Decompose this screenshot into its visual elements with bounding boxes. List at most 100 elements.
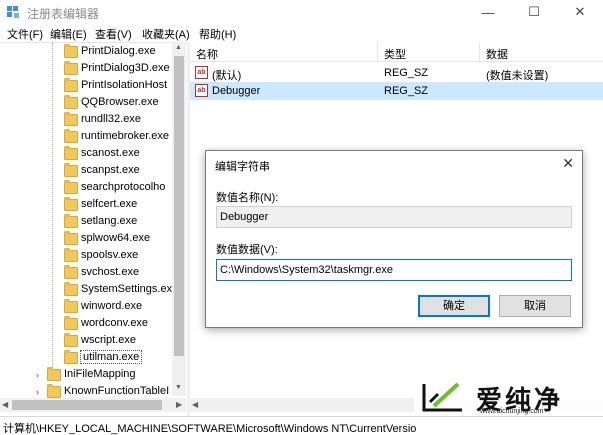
tree-item[interactable]: scanost.exe [0,146,172,163]
tree-item-label: rundll32.exe [81,113,141,125]
tree-item[interactable]: PrintDialog.exe [0,44,172,61]
scroll-up-arrow-icon[interactable]: ▲ [175,44,182,51]
folder-icon [64,333,78,347]
tree-item-label: PrintIsolationHost [81,79,168,91]
tree-item[interactable]: utilman.exe [0,350,172,367]
tree-item[interactable]: spoolsv.exe [0,248,172,265]
tree-item[interactable]: splwow64.exe [0,231,172,248]
maximize-button[interactable]: ☐ [511,0,557,24]
tree-item-label: selfcert.exe [81,198,138,210]
menu-edit[interactable]: 编辑(E) [50,26,87,42]
minimize-button[interactable]: — [465,0,511,24]
folder-icon [64,214,78,228]
tree-vertical-scroll-thumb[interactable] [174,56,184,356]
folder-icon [64,78,78,92]
folder-icon [64,248,78,262]
tree-item-label: PrintDialog3D.exe [81,62,170,74]
folder-icon [47,367,61,381]
tree-horizontal-scrollbar[interactable]: ◀ ▶ [0,398,186,412]
column-header-name[interactable]: 名称 [196,46,218,62]
menu-favorites[interactable]: 收藏夹(A) [142,26,190,42]
tree-item[interactable]: PrintIsolationHost [0,78,172,95]
dialog-close-icon[interactable]: ✕ [562,155,574,172]
title-bar: 注册表编辑器 — ☐ ✕ [0,0,603,24]
ok-button[interactable]: 确定 [418,295,490,317]
value-type: REG_SZ [384,67,429,79]
registry-key-tree: PrintDialog.exe PrintDialog3D.exe PrintIso… [0,42,186,416]
tree-item-label: utilman.exe [79,350,143,364]
tree-vertical-scrollbar[interactable]: ▲ ▼ [172,42,186,396]
folder-icon [64,282,78,296]
value-name: Debugger [212,85,261,97]
tree-horizontal-scroll-thumb[interactable] [12,400,162,410]
folder-icon [64,95,78,109]
value-row[interactable]: ab Debugger REG_SZ [190,82,603,100]
tree-item[interactable]: wordconv.exe [0,316,172,333]
window-title: 注册表编辑器 [27,7,100,21]
value-data-label: 数值数据(V): [216,244,278,256]
tree-item[interactable]: PrintDialog3D.exe [0,61,172,78]
watermark-url: www.aichunjing.com [480,408,544,415]
tree-item[interactable]: searchprotocolho [0,180,172,197]
menu-help[interactable]: 帮助(H) [199,26,236,42]
tree-item[interactable]: rundll32.exe [0,112,172,129]
edit-string-dialog: 编辑字符串 ✕ 数值名称(N): Debugger 数值数据(V): C:\Wi… [205,150,583,328]
menu-bar: 文件(F) 编辑(E) 查看(V) 收藏夹(A) 帮助(H) [0,24,603,42]
folder-icon [64,163,78,177]
tree-item-label: runtimebroker.exe [81,130,170,142]
registry-path: 计算机\HKEY_LOCAL_MACHINE\SOFTWARE\Microsof… [3,423,417,435]
scroll-down-arrow-icon[interactable]: ▼ [175,384,182,391]
list-header: 名称 类型 数据 [190,42,603,62]
tree-item-label: SystemSettings.ex [81,283,173,295]
menu-view[interactable]: 查看(V) [95,26,132,42]
tree-item-label: winword.exe [81,300,143,312]
expand-arrow-icon[interactable]: › [36,387,39,397]
tree-item-label: QQBrowser.exe [81,96,159,108]
folder-icon [64,44,78,58]
tree-item[interactable]: winword.exe [0,299,172,316]
folder-icon [64,180,78,194]
tree-item-label: splwow64.exe [81,232,151,244]
value-data-input[interactable]: C:\Windows\System32\taskmgr.exe [216,259,572,281]
tree-item-label: PrintDialog.exe [81,45,156,57]
string-value-icon: ab [195,84,208,97]
scroll-left-arrow-icon[interactable]: ◀ [192,400,198,409]
scroll-right-arrow-icon[interactable]: ▶ [176,400,182,409]
tree-item[interactable]: wscript.exe [0,333,172,350]
column-header-data[interactable]: 数据 [486,46,508,62]
value-name: (默认) [212,70,242,82]
tree-item[interactable]: selfcert.exe [0,197,172,214]
tree-item-label: svchost.exe [81,266,140,278]
tree-item-label: scanpst.exe [81,164,140,176]
cancel-button[interactable]: 取消 [499,295,571,317]
registry-editor-icon [7,6,19,18]
value-data: (数值未设置) [486,70,549,82]
column-header-type[interactable]: 类型 [384,46,406,62]
expand-arrow-icon[interactable]: › [36,370,39,380]
watermark: 爱纯净 www.aichunjing.com [414,378,603,416]
tree-item-label: wscript.exe [81,334,137,346]
column-separator[interactable] [479,42,480,62]
tree-item-label: setlang.exe [81,215,138,227]
tree-item[interactable]: setlang.exe [0,214,172,231]
value-row[interactable]: ab (默认) REG_SZ (数值未设置) [190,64,603,82]
dialog-title: 编辑字符串 [215,161,270,173]
tree-item[interactable]: runtimebroker.exe [0,129,172,146]
close-button[interactable]: ✕ [557,0,603,24]
scroll-left-arrow-icon[interactable]: ◀ [2,400,8,409]
folder-icon [64,146,78,160]
folder-icon [64,350,78,364]
tree-item[interactable]: › IniFileMapping [0,367,172,384]
value-type: REG_SZ [384,85,429,97]
tree-item-label: spoolsv.exe [81,249,139,261]
tree-item-label: IniFileMapping [64,368,136,380]
status-bar: 计算机\HKEY_LOCAL_MACHINE\SOFTWARE\Microsof… [0,416,603,435]
tree-item[interactable]: scanpst.exe [0,163,172,180]
folder-icon [64,231,78,245]
tree-item[interactable]: svchost.exe [0,265,172,282]
tree-item[interactable]: QQBrowser.exe [0,95,172,112]
tree-item-label: KnownFunctionTableI [64,385,170,397]
menu-file[interactable]: 文件(F) [7,26,43,42]
tree-item[interactable]: SystemSettings.ex [0,282,172,299]
column-separator[interactable] [377,42,378,62]
